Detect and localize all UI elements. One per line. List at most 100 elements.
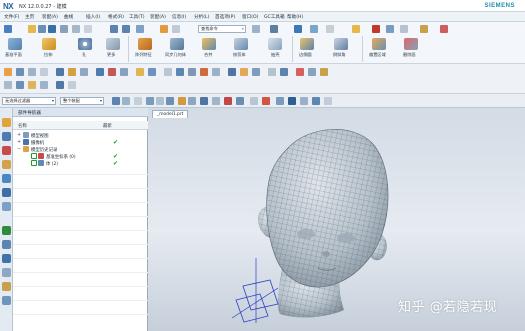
reuse-library-icon[interactable] [2, 160, 11, 169]
more-icon[interactable] [106, 38, 120, 50]
zoom-fit-icon[interactable] [276, 97, 284, 105]
hole-icon[interactable] [78, 38, 92, 50]
point-icon[interactable] [4, 81, 12, 89]
snap-tangent-icon[interactable] [212, 97, 220, 105]
offset-region-label[interactable]: 偏置区域 [369, 52, 386, 58]
face-analysis-icon[interactable] [308, 68, 316, 76]
hd3d-icon[interactable] [2, 174, 11, 183]
check-icon[interactable] [400, 25, 408, 33]
constraint-navigator-icon[interactable] [2, 146, 11, 155]
menu-help[interactable]: 帮助(H) [287, 14, 303, 20]
studio-surface-icon[interactable] [80, 68, 88, 76]
measure-icon[interactable] [386, 25, 394, 33]
rotate-view-icon[interactable] [288, 97, 296, 105]
delete-face-label[interactable]: 删除面 [403, 52, 416, 58]
tree-row-camera[interactable]: + 摄像机 ✔ [13, 139, 148, 146]
feature-icon[interactable] [440, 25, 448, 33]
menu-window[interactable]: 窗口(O) [242, 14, 258, 20]
offset-region-icon[interactable] [372, 38, 386, 50]
surface-icon[interactable] [28, 68, 36, 76]
paste-icon[interactable] [72, 25, 80, 33]
checkbox-icon[interactable] [31, 160, 37, 166]
render-style-icon[interactable] [312, 97, 320, 105]
manufacturing-wizard-icon[interactable] [2, 254, 11, 263]
column-name[interactable]: 名称 [18, 123, 27, 129]
curve-icon[interactable] [16, 68, 24, 76]
collapse-icon[interactable]: − [17, 146, 21, 152]
menu-gc-toolbox[interactable]: GC工具箱 [264, 14, 285, 20]
shell-label[interactable]: 抽壳 [271, 52, 279, 58]
iso-curve-icon[interactable] [212, 68, 220, 76]
menu-analysis[interactable]: 分析(L) [194, 14, 209, 20]
snap-face-icon[interactable] [236, 97, 244, 105]
snap-midpoint-icon[interactable] [156, 97, 164, 105]
process-studio-icon[interactable] [2, 240, 11, 249]
new-file-icon[interactable] [28, 25, 36, 33]
extrude-icon[interactable] [42, 38, 56, 50]
roles-icon[interactable] [2, 268, 11, 277]
snap-off-icon[interactable] [262, 97, 270, 105]
join-curve-icon[interactable] [268, 68, 276, 76]
undo-icon[interactable] [110, 25, 118, 33]
more-label[interactable]: 更多 [107, 52, 115, 58]
snap-quadrant-icon[interactable] [188, 97, 196, 105]
orient-view-icon[interactable] [324, 97, 332, 105]
expand-icon[interactable]: + [17, 139, 21, 145]
offset-surface-icon[interactable] [96, 68, 104, 76]
snap-center-icon[interactable] [166, 97, 174, 105]
layer-icon[interactable] [294, 25, 302, 33]
extrude-label[interactable]: 拉伸 [44, 52, 52, 58]
command-search-input[interactable]: 查找命令 ⌕ [198, 25, 246, 33]
copy-icon[interactable] [60, 25, 68, 33]
render-icon[interactable] [352, 25, 360, 33]
draft-analysis-icon[interactable] [320, 68, 328, 76]
deselect-icon[interactable] [122, 97, 130, 105]
palette-icon[interactable] [2, 296, 11, 305]
history-icon[interactable] [2, 202, 11, 211]
pan-view-icon[interactable] [300, 97, 308, 105]
bridge-icon[interactable] [164, 68, 172, 76]
menu-curve[interactable]: 曲线 [64, 14, 73, 20]
graphics-window[interactable]: 知乎 @若隐若现 [148, 108, 525, 331]
checkbox-icon[interactable] [31, 153, 37, 159]
system-materials-icon[interactable] [2, 226, 11, 235]
menu-file[interactable]: 文件(F) [4, 14, 19, 20]
select-all-icon[interactable] [112, 97, 120, 105]
system-scene-icon[interactable] [2, 282, 11, 291]
x-form-icon[interactable] [200, 68, 208, 76]
trim-sheet-icon[interactable] [108, 68, 116, 76]
line-icon[interactable] [16, 81, 24, 89]
window-icon[interactable] [172, 25, 180, 33]
redo-icon[interactable] [122, 25, 130, 33]
extend-sheet-icon[interactable] [120, 68, 128, 76]
sync-geometry-label[interactable]: 同步几何体 [165, 52, 186, 58]
unite-icon[interactable] [202, 38, 216, 50]
divide-curve-icon[interactable] [280, 68, 288, 76]
analysis-icon[interactable] [372, 25, 380, 33]
tree-row-model-views[interactable]: + 模型视图 [13, 132, 148, 139]
snap-endpoint-icon[interactable] [146, 97, 154, 105]
tree-row-model-history[interactable]: − 模型历史记录 [13, 146, 148, 153]
snap-bounded-icon[interactable] [250, 97, 258, 105]
fill-surface-icon[interactable] [176, 68, 184, 76]
display-icon[interactable] [310, 25, 318, 33]
pattern-feature-label[interactable]: 阵列特征 [135, 52, 152, 58]
menu-format[interactable]: 格式(R) [108, 14, 124, 20]
datum-plane-label[interactable]: 基准平面 [5, 52, 22, 58]
open-file-icon[interactable] [38, 25, 46, 33]
through-curves-icon[interactable] [56, 68, 64, 76]
unite-label[interactable]: 合并 [204, 52, 212, 58]
trim-body-label[interactable]: 修剪体 [233, 52, 246, 58]
text-icon[interactable] [68, 81, 76, 89]
menu-tools[interactable]: 工具(T) [129, 14, 145, 20]
arc-icon[interactable] [28, 81, 36, 89]
menu-assembly[interactable]: 装配(A) [42, 14, 58, 20]
datum-coordinate-system[interactable] [231, 258, 279, 323]
save-icon[interactable] [48, 25, 56, 33]
thicken-icon[interactable] [148, 68, 156, 76]
chamfer-label[interactable]: 倒斜角 [333, 52, 346, 58]
menu-preferences[interactable]: 首选项(P) [215, 14, 235, 20]
start-menu-icon[interactable] [4, 25, 12, 33]
mesh-surface-icon[interactable] [40, 68, 48, 76]
tree-row-body[interactable]: 体 (2) ✔ [13, 160, 148, 167]
